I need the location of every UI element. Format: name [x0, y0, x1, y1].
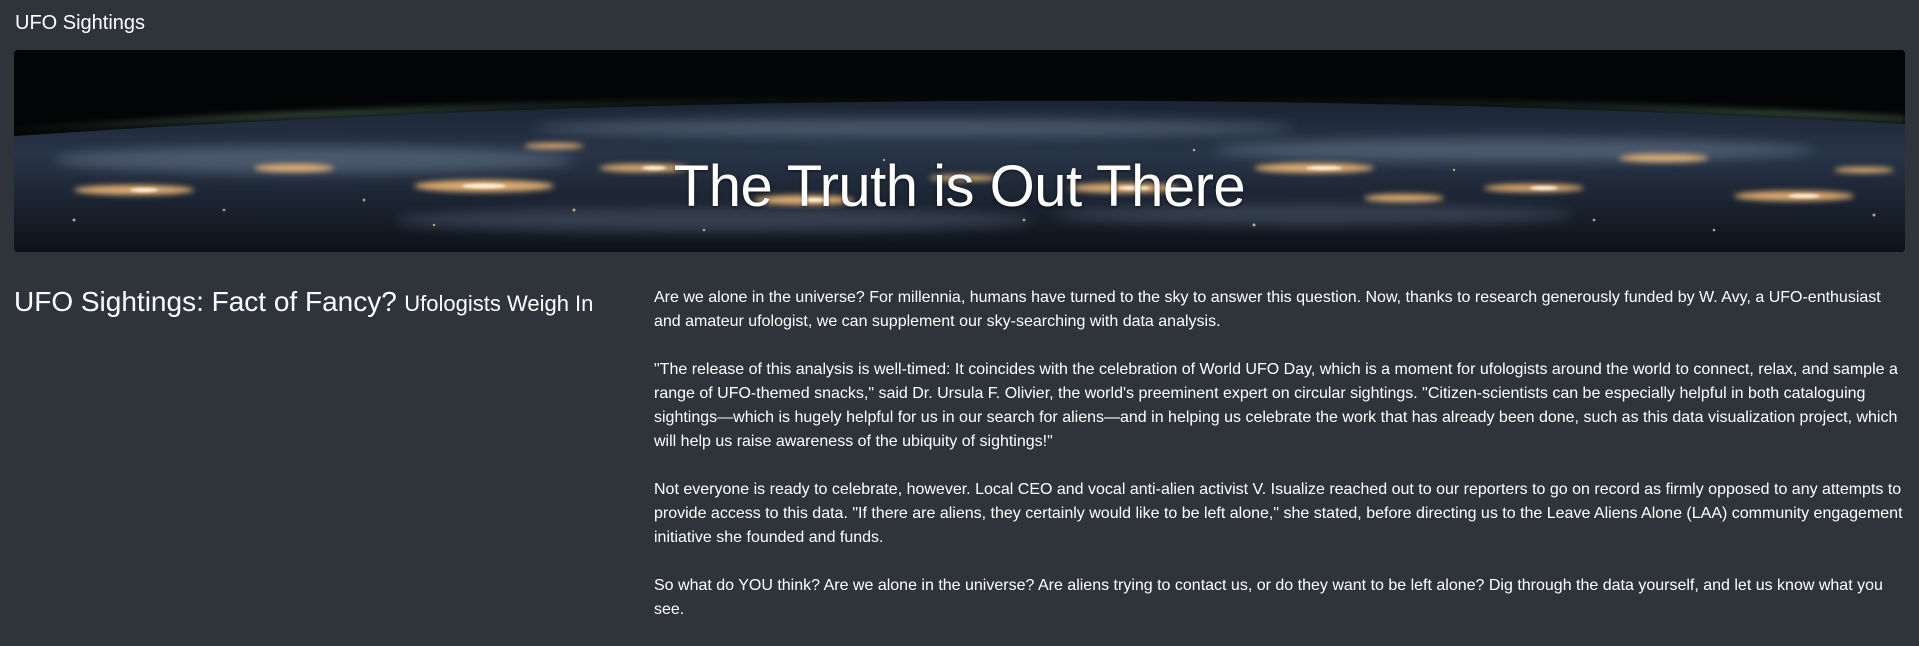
article-paragraph: Are we alone in the universe? For millen… — [654, 289, 1881, 330]
headline-subtitle: Ufologists Weigh In — [404, 291, 594, 316]
article-paragraph: "The release of this analysis is well-ti… — [654, 361, 1898, 450]
article-body: Are we alone in the universe? For millen… — [654, 286, 1906, 646]
hero-title: The Truth is Out There — [673, 153, 1246, 219]
hero-banner: The Truth is Out There — [14, 50, 1905, 252]
article-paragraph: Not everyone is ready to celebrate, howe… — [654, 481, 1903, 546]
brand-link[interactable]: UFO Sightings — [15, 11, 145, 35]
headline-title: UFO Sightings: Fact of Fancy? — [14, 286, 397, 317]
headline: UFO Sightings: Fact of Fancy? Ufologists… — [14, 284, 634, 322]
earth-at-night-image — [14, 50, 1905, 252]
article-paragraph: So what do YOU think? Are we alone in th… — [654, 577, 1883, 618]
navbar: UFO Sightings — [0, 0, 1919, 44]
